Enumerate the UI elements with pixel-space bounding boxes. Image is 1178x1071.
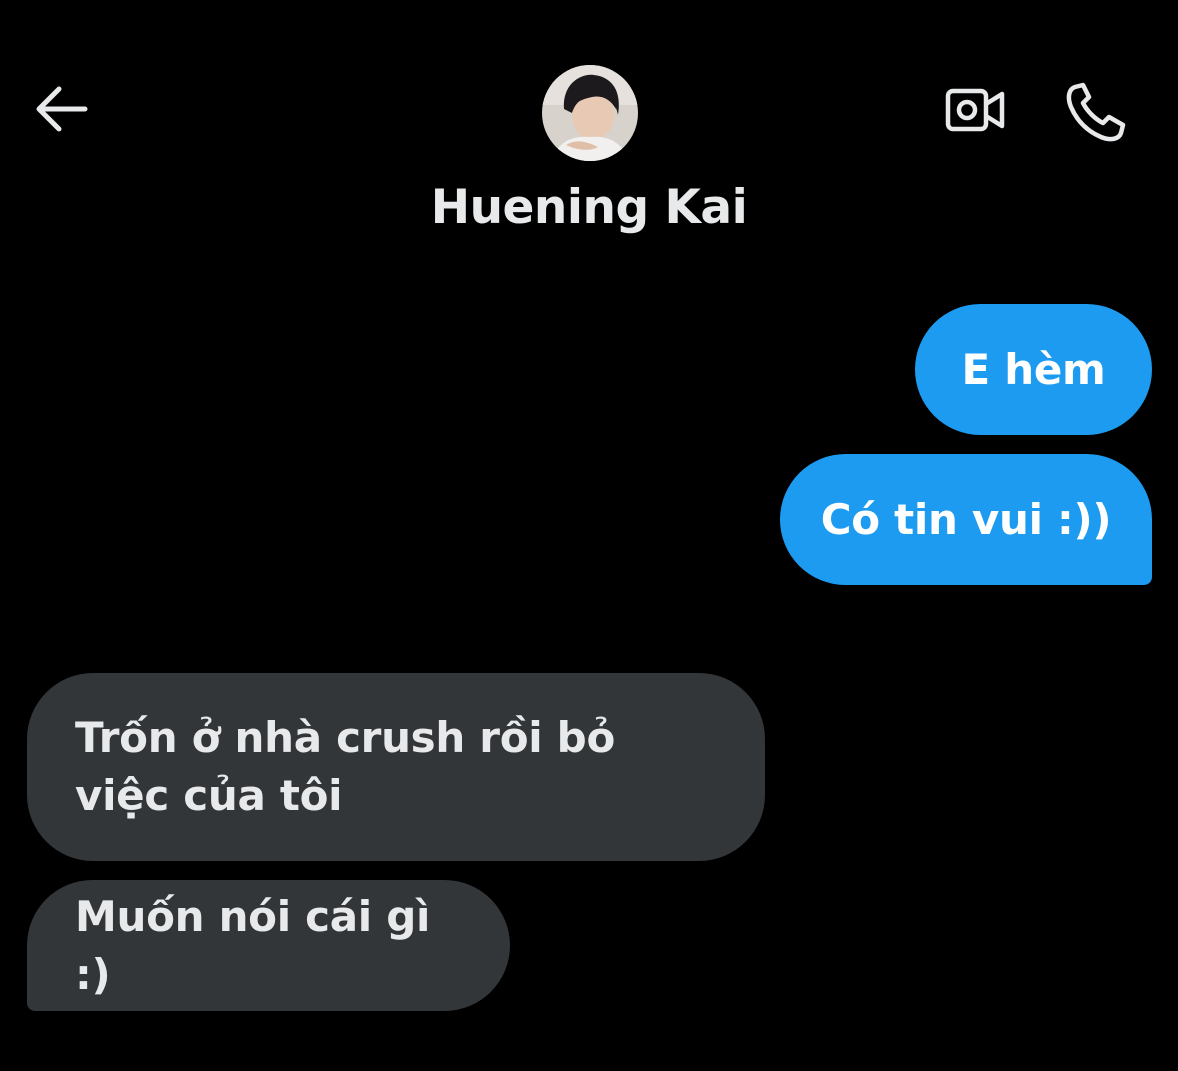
arrow-left-icon [33,85,89,137]
phone-icon [1063,79,1127,147]
received-message-bubble[interactable]: Trốn ở nhà crush rồi bỏ việc của tôi [27,673,765,861]
message-text: Muốn nói cái gì :) [75,891,431,999]
avatar[interactable] [542,65,638,161]
message-text: Có tin vui :)) [820,494,1112,544]
sent-message-bubble[interactable]: E hèm [915,304,1152,435]
message-text: Trốn ở nhà crush rồi bỏ việc của tôi [75,713,616,820]
sent-message-bubble[interactable]: Có tin vui :)) [780,454,1152,585]
contact-name[interactable]: Huening Kai [0,180,1178,235]
video-call-button[interactable] [938,80,1014,144]
received-message-bubble[interactable]: Muốn nói cái gì :) [27,880,510,1011]
back-button[interactable] [30,82,92,140]
voice-call-button[interactable] [1058,78,1132,148]
message-text: E hèm [961,344,1106,394]
video-camera-icon [944,85,1008,139]
